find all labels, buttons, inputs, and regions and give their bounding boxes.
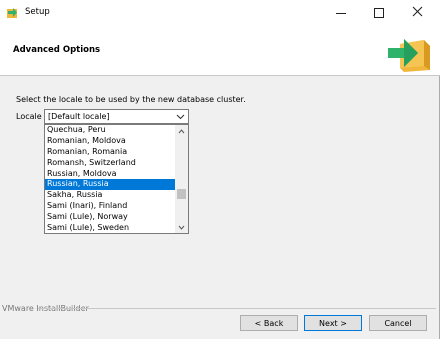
maximize-button[interactable] bbox=[362, 0, 396, 26]
locale-option[interactable]: Russian, Russia bbox=[45, 179, 175, 191]
locale-option[interactable]: Russian, Moldova bbox=[45, 169, 175, 180]
list-scrollbar[interactable] bbox=[175, 125, 188, 233]
locale-option[interactable]: Romansh, Switzerland bbox=[45, 158, 175, 169]
locale-option[interactable]: Romanian, Romania bbox=[45, 147, 175, 158]
locale-option[interactable]: Sakha, Russia bbox=[45, 190, 175, 201]
locale-dropdown-list[interactable]: Quechua, Peru Romanian, Moldova Romanian, … bbox=[44, 124, 189, 234]
maximize-icon bbox=[374, 8, 384, 18]
locale-label: Locale bbox=[16, 112, 42, 121]
installer-arrow-box-icon bbox=[386, 28, 432, 74]
locale-option[interactable]: Sami (Lule), Norway bbox=[45, 212, 175, 223]
scroll-down-icon[interactable] bbox=[175, 221, 188, 233]
close-icon bbox=[412, 6, 423, 20]
wizard-header: Advanced Options bbox=[0, 26, 440, 76]
minimize-button[interactable] bbox=[324, 0, 358, 26]
locale-option[interactable]: Sami (Inari), Finland bbox=[45, 201, 175, 212]
locale-prompt: Select the locale to be used by the new … bbox=[16, 95, 246, 104]
window-title: Setup bbox=[25, 7, 50, 17]
next-button[interactable]: Next > bbox=[304, 315, 362, 331]
locale-select[interactable]: [Default locale] bbox=[44, 109, 189, 124]
locale-select-value: [Default locale] bbox=[48, 112, 110, 121]
cancel-button[interactable]: Cancel bbox=[369, 315, 427, 331]
installer-app-icon bbox=[6, 6, 19, 19]
scrollbar-thumb[interactable] bbox=[177, 189, 186, 199]
scroll-up-icon[interactable] bbox=[175, 125, 188, 137]
locale-option[interactable]: Sami (Lule), Sweden bbox=[45, 223, 175, 233]
title-bar[interactable]: Setup bbox=[0, 0, 440, 26]
locale-option[interactable]: Romanian, Moldova bbox=[45, 136, 175, 147]
chevron-down-icon[interactable] bbox=[173, 110, 188, 123]
locale-options: Quechua, Peru Romanian, Moldova Romanian, … bbox=[45, 125, 175, 233]
page-title: Advanced Options bbox=[13, 45, 101, 55]
minimize-icon bbox=[336, 12, 346, 14]
close-button[interactable] bbox=[400, 0, 434, 26]
footer-divider bbox=[38, 308, 436, 309]
back-button[interactable]: < Back bbox=[240, 315, 298, 331]
locale-option[interactable]: Quechua, Peru bbox=[45, 125, 175, 136]
setup-window: Setup Advanced Options Select the locale… bbox=[0, 0, 440, 339]
